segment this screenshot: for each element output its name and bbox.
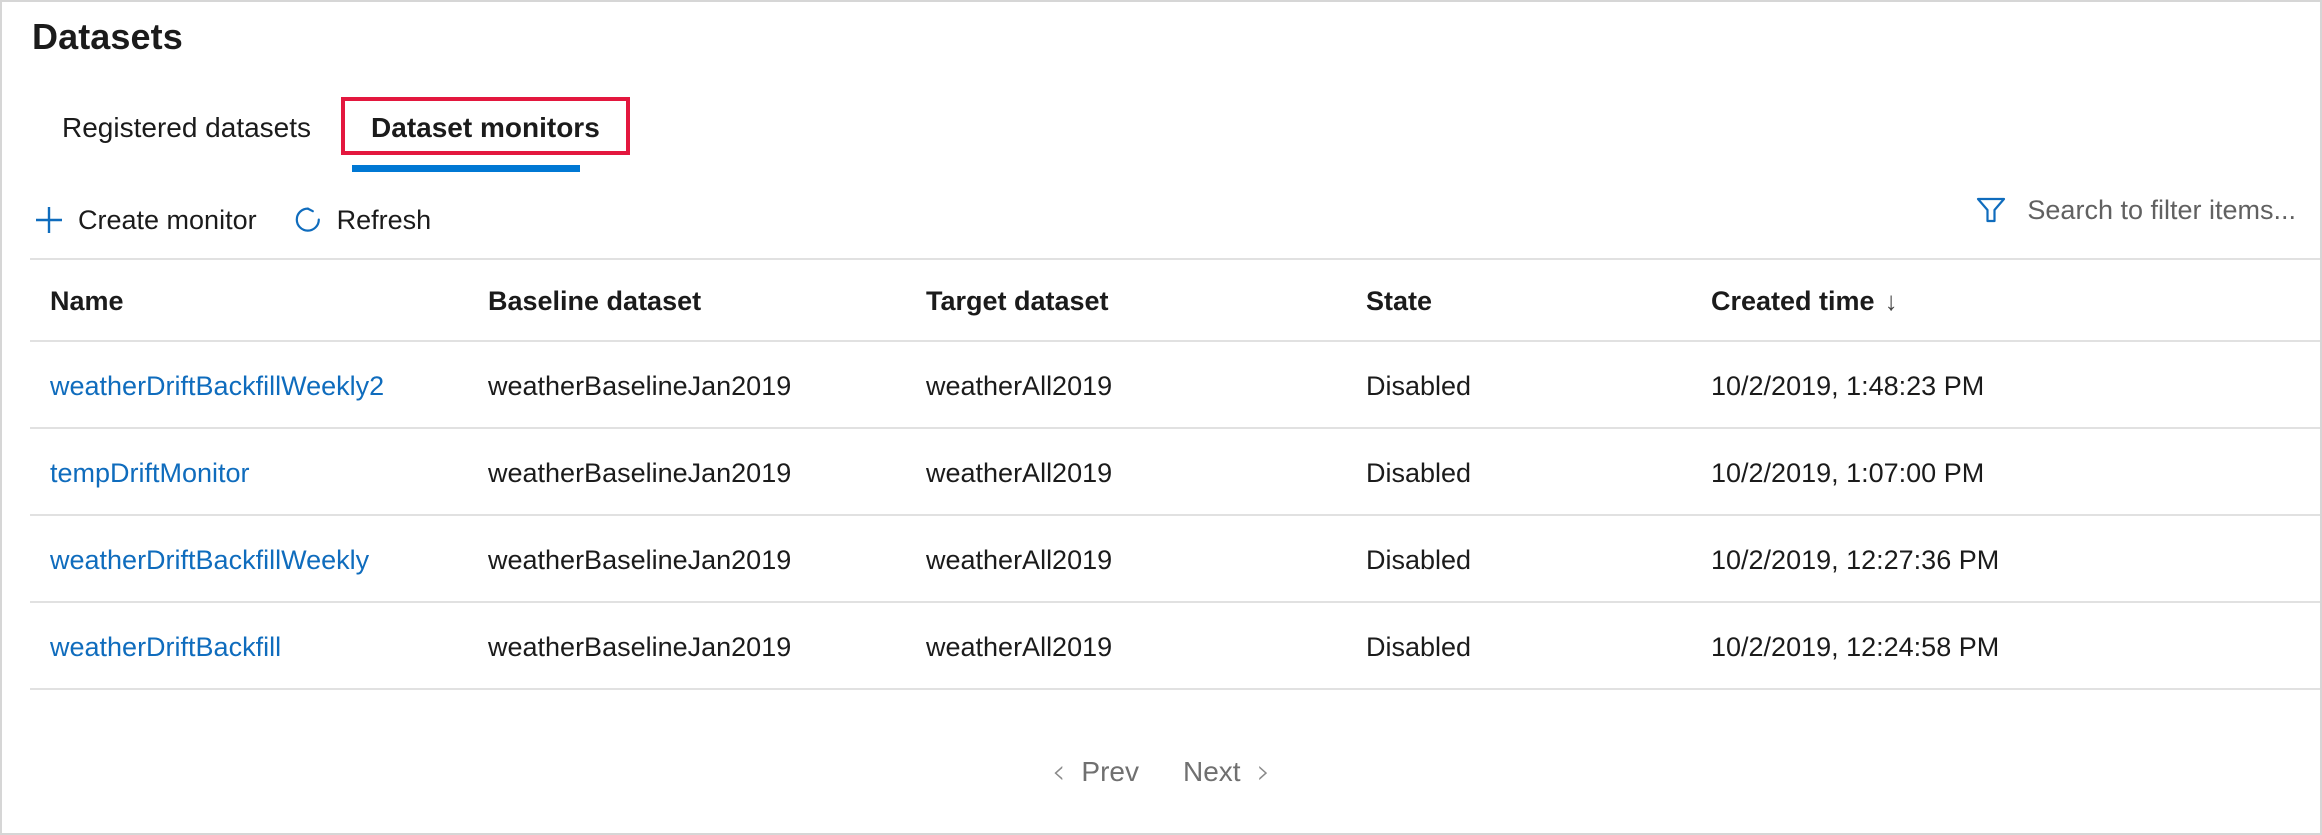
cell-state: Disabled	[1366, 370, 1711, 402]
cell-target-dataset: weatherAll2019	[926, 457, 1366, 489]
table-row[interactable]: weatherDriftBackfill weatherBaselineJan2…	[2, 603, 2320, 690]
chevron-right-icon: ›	[1257, 755, 1271, 789]
monitor-link[interactable]: weatherDriftBackfillWeekly	[50, 545, 369, 575]
cell-baseline-dataset: weatherBaselineJan2019	[488, 631, 926, 663]
table-row[interactable]: tempDriftMonitor weatherBaselineJan2019 …	[2, 429, 2320, 516]
cell-target-dataset: weatherAll2019	[926, 631, 1366, 663]
cell-state: Disabled	[1366, 544, 1711, 576]
refresh-icon	[293, 205, 323, 235]
table-header-row: Name Baseline dataset Target dataset Sta…	[2, 260, 2320, 342]
cell-baseline-dataset: weatherBaselineJan2019	[488, 457, 926, 489]
tab-registered-datasets[interactable]: Registered datasets	[32, 97, 341, 155]
filter-placeholder-text: Search to filter items...	[2027, 194, 2296, 226]
monitor-link[interactable]: weatherDriftBackfill	[50, 632, 281, 662]
refresh-button[interactable]: Refresh	[289, 198, 446, 242]
monitor-link[interactable]: tempDriftMonitor	[50, 458, 250, 488]
cell-state: Disabled	[1366, 457, 1711, 489]
sort-descending-icon: ↓	[1885, 285, 1898, 317]
create-monitor-button[interactable]: Create monitor	[30, 198, 271, 242]
column-header-label: Target dataset	[926, 286, 1109, 316]
table-row[interactable]: weatherDriftBackfillWeekly2 weatherBasel…	[2, 342, 2320, 429]
column-header-state[interactable]: State	[1366, 285, 1711, 317]
tab-label: Dataset monitors	[371, 112, 600, 143]
tab-label: Registered datasets	[62, 112, 311, 143]
pagination: ‹ Prev Next ›	[2, 737, 2320, 807]
plus-icon	[34, 205, 64, 235]
cell-name: weatherDriftBackfillWeekly	[50, 544, 488, 576]
column-header-label: Name	[50, 286, 124, 316]
filter-search[interactable]: Search to filter items...	[1975, 194, 2296, 226]
refresh-label: Refresh	[337, 204, 432, 236]
column-header-created-time[interactable]: Created time ↓	[1711, 285, 2231, 317]
cell-created-time: 10/2/2019, 1:07:00 PM	[1711, 457, 2231, 489]
column-header-baseline[interactable]: Baseline dataset	[488, 285, 926, 317]
cell-target-dataset: weatherAll2019	[926, 370, 1366, 402]
command-bar: Create monitor Refresh Search to filter …	[2, 192, 2320, 260]
cell-target-dataset: weatherAll2019	[926, 544, 1366, 576]
prev-page-label: Prev	[1081, 755, 1139, 789]
cell-name: weatherDriftBackfill	[50, 631, 488, 663]
cell-created-time: 10/2/2019, 12:24:58 PM	[1711, 631, 2231, 663]
prev-page-button[interactable]: ‹ Prev	[1034, 749, 1157, 795]
table-row[interactable]: weatherDriftBackfillWeekly weatherBaseli…	[2, 516, 2320, 603]
monitor-link[interactable]: weatherDriftBackfillWeekly2	[50, 371, 384, 401]
column-header-label: State	[1366, 286, 1432, 316]
tab-selected-underline	[352, 165, 580, 172]
tab-bar: Registered datasets Dataset monitors	[32, 97, 630, 169]
tab-dataset-monitors[interactable]: Dataset monitors	[341, 97, 630, 155]
cell-name: tempDriftMonitor	[50, 457, 488, 489]
row-divider	[30, 688, 2320, 690]
cell-state: Disabled	[1366, 631, 1711, 663]
monitors-table: Name Baseline dataset Target dataset Sta…	[2, 260, 2320, 690]
cell-baseline-dataset: weatherBaselineJan2019	[488, 544, 926, 576]
datasets-page: Datasets Registered datasets Dataset mon…	[0, 0, 2322, 835]
chevron-left-icon: ‹	[1052, 755, 1066, 789]
page-title: Datasets	[32, 16, 183, 58]
cell-created-time: 10/2/2019, 1:48:23 PM	[1711, 370, 2231, 402]
create-monitor-label: Create monitor	[78, 204, 257, 236]
column-header-name[interactable]: Name	[50, 285, 488, 317]
command-buttons: Create monitor Refresh	[30, 192, 463, 248]
cell-baseline-dataset: weatherBaselineJan2019	[488, 370, 926, 402]
next-page-button[interactable]: Next ›	[1165, 749, 1288, 795]
next-page-label: Next	[1183, 755, 1241, 789]
column-header-target[interactable]: Target dataset	[926, 285, 1366, 317]
cell-name: weatherDriftBackfillWeekly2	[50, 370, 488, 402]
cell-created-time: 10/2/2019, 12:27:36 PM	[1711, 544, 2231, 576]
column-header-label: Baseline dataset	[488, 286, 701, 316]
column-header-label: Created time	[1711, 286, 1875, 316]
filter-icon	[1975, 195, 2007, 225]
